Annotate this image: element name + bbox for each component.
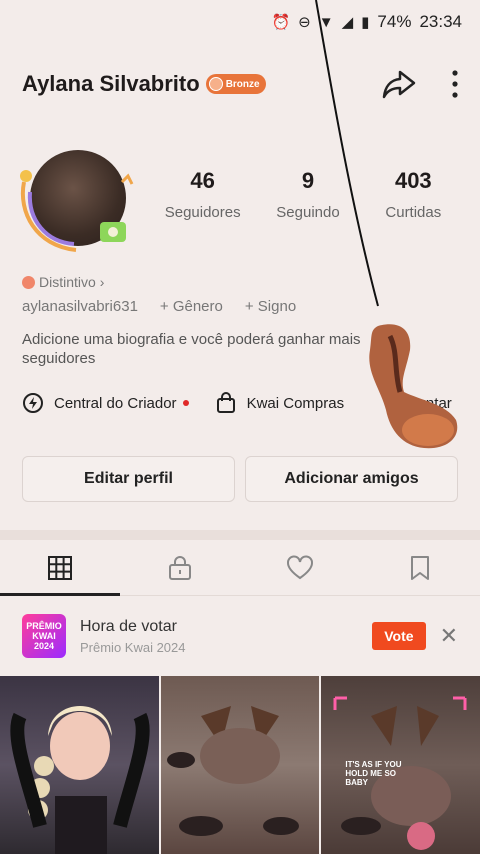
status-bar: ⏰ ⊖ ▼ ◢ ▮ 74% 23:34 [0, 0, 480, 44]
lightning-circle-icon [23, 393, 43, 413]
more-options-button[interactable] [452, 70, 458, 98]
tab-private[interactable] [120, 540, 240, 595]
likes-count: 403 [394, 168, 432, 193]
add-gender-link[interactable]: + Gênero [160, 298, 223, 315]
vote-subtitle: Prêmio Kwai 2024 [80, 639, 186, 655]
distintivo-link[interactable]: Distintivo › [22, 274, 104, 290]
dnd-icon: ⊖ [298, 14, 311, 31]
battery-icon: ▮ [361, 14, 370, 31]
video-caption: IT'S AS IF YOU HOLD ME SO BABY [345, 760, 402, 787]
share-button[interactable] [382, 69, 416, 99]
dog-filter-image [166, 706, 299, 836]
tab-liked[interactable] [240, 540, 360, 595]
close-icon[interactable]: ✕ [440, 623, 458, 649]
video-thumbnail[interactable]: IT'S AS IF YOU HOLD ME SO BABY [321, 676, 480, 854]
join-link[interactable]: Juntar [410, 395, 452, 412]
followers-label: Seguidores [164, 204, 241, 221]
bookmark-icon [411, 555, 429, 580]
video-thumbnail[interactable] [0, 676, 159, 854]
share-icon [382, 70, 416, 99]
profile-stats: 46 Seguidores 9 Seguindo 403 Curtidas [150, 168, 466, 221]
notification-dot [182, 400, 189, 406]
stat-likes[interactable]: 403 Curtidas [361, 168, 466, 221]
followers-count: 46 [190, 168, 215, 193]
bio-prompt[interactable]: Adicione uma biografia e você poderá gan… [22, 330, 382, 368]
likes-label: Curtidas [385, 204, 442, 221]
vote-title: Hora de votar [80, 617, 177, 635]
lock-icon [169, 555, 191, 580]
bronze-badge[interactable]: Bronze [205, 74, 266, 94]
vote-button[interactable]: Vote [372, 622, 426, 650]
profile-meta: aylanasilvabri631 + Gênero + Signo [22, 298, 296, 315]
creator-center-label: Central do Criador [54, 394, 177, 412]
add-friends-button[interactable]: Adicionar amigos [245, 456, 458, 502]
avatar-character-image [10, 706, 150, 854]
avatar-frame-decoration [20, 170, 134, 252]
vote-text: Hora de votar Prêmio Kwai 2024 [80, 618, 186, 655]
profile-header: Aylana Silvabrito Bronze [22, 62, 458, 106]
following-count: 9 [301, 168, 315, 193]
content-tabs [0, 540, 480, 596]
battery-level: 74% [377, 12, 412, 31]
profile-name: Aylana Silvabrito [22, 71, 200, 96]
add-sign-link[interactable]: + Signo [245, 298, 296, 315]
tab-saved[interactable] [360, 540, 480, 595]
more-vertical-icon [452, 70, 458, 98]
distintivo-label: Distintivo [39, 274, 96, 290]
section-divider [0, 530, 480, 540]
avatar-container[interactable] [16, 146, 138, 252]
signal-icon: ◢ [341, 14, 354, 31]
shopping-bag-icon [216, 392, 235, 413]
heart-icon [287, 555, 313, 579]
user-handle: aylanasilvabri631 [22, 298, 138, 315]
kwai-shop-label: Kwai Compras [246, 394, 345, 412]
video-grid: IT'S AS IF YOU HOLD ME SO BABY [0, 676, 480, 854]
quick-links: Central do Criador Kwai Compras Juntar [22, 392, 480, 414]
kwai-shop-link[interactable]: Kwai Compras [215, 392, 345, 414]
tab-grid[interactable] [0, 540, 120, 596]
clock: 23:34 [419, 12, 462, 31]
wifi-icon: ▼ [318, 13, 334, 31]
join-label: Juntar [410, 394, 452, 412]
grid-icon [48, 555, 72, 580]
stat-following[interactable]: 9 Seguindo [255, 168, 360, 221]
chevron-right-icon: › [99, 274, 105, 290]
edit-profile-button[interactable]: Editar perfil [22, 456, 235, 502]
creator-center-link[interactable]: Central do Criador [22, 392, 189, 414]
badge-label: Bronze [225, 78, 260, 90]
distintivo-icon [22, 275, 35, 289]
stat-followers[interactable]: 46 Seguidores [150, 168, 255, 221]
award-thumbnail: PRÊMIO KWAI 2024 [22, 614, 66, 658]
vote-banner[interactable]: PRÊMIO KWAI 2024 Hora de votar Prêmio Kw… [22, 608, 458, 664]
following-label: Seguindo [276, 204, 340, 221]
alarm-icon: ⏰ [271, 14, 291, 31]
video-thumbnail[interactable] [160, 676, 320, 854]
badge-icon [208, 77, 223, 91]
profile-actions: Editar perfil Adicionar amigos [22, 456, 458, 502]
